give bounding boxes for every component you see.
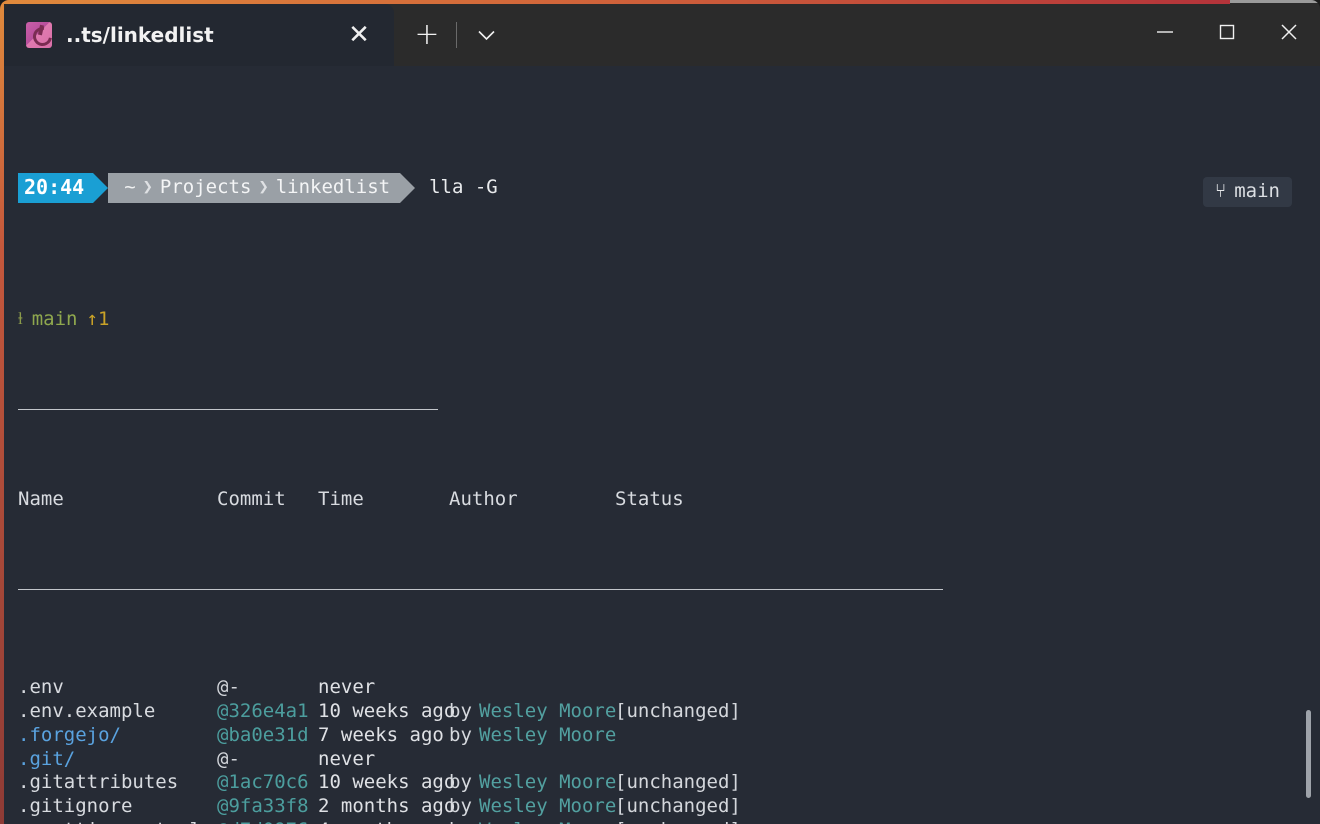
window-accent-top-right bbox=[1230, 0, 1320, 3]
git-branch-glyph-icon: ⱡ bbox=[18, 308, 23, 329]
file-row[interactable]: .git/ @- never bbox=[18, 748, 1320, 772]
column-header-time: Time bbox=[318, 487, 364, 510]
file-listing: .env @- never .env.example @326e4a1 10 weeks … bbox=[18, 676, 1320, 824]
file-name: .forgejo/ bbox=[18, 723, 121, 746]
file-name: .prettierrc.toml bbox=[18, 819, 217, 824]
commit-time: 4 months ago bbox=[318, 819, 455, 824]
file-name: .env bbox=[18, 676, 64, 699]
prompt-branch-badge: ⑂ main bbox=[1202, 176, 1292, 207]
commit-hash: @ba0e31d bbox=[217, 723, 309, 746]
commit-author: Wesley Moore bbox=[479, 700, 617, 723]
file-row[interactable]: .prettierrc.toml@d7d09764 months agobyWe… bbox=[18, 819, 1320, 824]
breadcrumb-separator-2: ❯ bbox=[258, 176, 269, 197]
file-status: [unchanged] bbox=[615, 794, 741, 817]
file-status: [unchanged] bbox=[615, 700, 741, 723]
tab-tools-divider bbox=[456, 22, 457, 48]
file-row[interactable]: .gitignore @9fa33f8 2 months ago by Wesley M… bbox=[18, 795, 1320, 819]
file-row[interactable]: .env @- never bbox=[18, 676, 1320, 700]
prompt-branch-name: main bbox=[1234, 179, 1280, 202]
git-branch-label: main bbox=[31, 307, 78, 330]
titlebar-spacer bbox=[519, 4, 1134, 66]
close-tab-icon[interactable]: ✕ bbox=[342, 18, 376, 52]
terminal-scrollbar-thumb[interactable] bbox=[1306, 710, 1311, 798]
column-header-name: Name bbox=[18, 487, 64, 510]
close-window-icon[interactable] bbox=[1258, 4, 1320, 60]
author-prefix: by bbox=[449, 723, 472, 746]
window-controls bbox=[1134, 4, 1320, 66]
tab-strip: ..ts/linkedlist ✕ bbox=[4, 4, 394, 66]
terminal-profile-icon bbox=[26, 22, 52, 48]
prompt-command: lla -G bbox=[429, 175, 498, 198]
column-header-status: Status bbox=[615, 487, 684, 510]
commit-hash: @326e4a1 bbox=[217, 700, 309, 723]
table-rule-top bbox=[18, 409, 438, 411]
git-branch-icon: ⑂ bbox=[1214, 179, 1227, 202]
title-bar: ..ts/linkedlist ✕ + bbox=[4, 4, 1320, 66]
breadcrumb-projects: Projects bbox=[159, 175, 252, 198]
commit-time: 2 months ago bbox=[318, 794, 456, 817]
terminal-window: ..ts/linkedlist ✕ + 20:44 ~ ❯ Projects ❯… bbox=[0, 0, 1320, 824]
commit-author: Wesley Moore bbox=[479, 819, 616, 824]
file-status: [unchanged] bbox=[615, 819, 741, 824]
commit-author: Wesley Moore bbox=[479, 794, 617, 817]
tab-title: ..ts/linkedlist bbox=[66, 23, 214, 47]
table-rule-bottom bbox=[18, 589, 943, 591]
file-row[interactable]: .forgejo/ @ba0e31d 7 weeks ago by Wesley Moo… bbox=[18, 724, 1320, 748]
prompt-time-arrow bbox=[93, 172, 109, 203]
commit-time: never bbox=[318, 747, 376, 770]
commit-hash: @d7d0976 bbox=[217, 819, 318, 824]
author-prefix: by bbox=[449, 794, 472, 817]
breadcrumb-repo: linkedlist bbox=[275, 175, 391, 198]
breadcrumb-home: ~ bbox=[124, 175, 136, 198]
column-header-author: Author bbox=[449, 487, 518, 510]
file-name: .git/ bbox=[18, 747, 76, 770]
tab-tools: + bbox=[394, 4, 519, 66]
commit-hash: @- bbox=[217, 747, 240, 770]
file-name: .env.example bbox=[18, 700, 156, 723]
file-name: .gitignore bbox=[18, 794, 133, 817]
minimize-icon[interactable] bbox=[1134, 4, 1196, 60]
commit-author: Wesley Moore bbox=[479, 723, 617, 746]
commit-time: never bbox=[318, 676, 376, 699]
window-accent-top-border bbox=[0, 0, 1230, 4]
file-status: [unchanged] bbox=[615, 771, 741, 794]
commit-hash: @- bbox=[217, 676, 240, 699]
file-name: .gitattributes bbox=[18, 771, 179, 794]
author-prefix: by bbox=[449, 771, 472, 794]
table-header-row: Name Commit Time Author Status bbox=[18, 488, 1320, 512]
commit-author: Wesley Moore bbox=[479, 771, 617, 794]
chevron-down-icon[interactable] bbox=[459, 4, 513, 66]
breadcrumb-separator-1: ❯ bbox=[142, 176, 153, 197]
terminal-content: 20:44 ~ ❯ Projects ❯ linkedlist lla -G ⑂… bbox=[4, 62, 1320, 824]
terminal-pane[interactable]: 20:44 ~ ❯ Projects ❯ linkedlist lla -G ⑂… bbox=[4, 62, 1320, 824]
shell-prompt-line: 20:44 ~ ❯ Projects ❯ linkedlist lla -G ⑂… bbox=[18, 171, 1320, 207]
window-accent-left-border bbox=[0, 2, 4, 824]
file-row[interactable]: .gitattributes @1ac70c6 10 weeks ago by Wesl… bbox=[18, 771, 1320, 795]
maximize-icon[interactable] bbox=[1196, 4, 1258, 60]
column-header-commit: Commit bbox=[217, 487, 286, 510]
prompt-path-arrow bbox=[400, 172, 416, 203]
git-status-line: ⱡ main ↑1 bbox=[18, 308, 1320, 332]
author-prefix: by bbox=[449, 819, 479, 824]
file-row[interactable]: .env.example @326e4a1 10 weeks ago by Wesley… bbox=[18, 700, 1320, 724]
new-tab-icon[interactable]: + bbox=[400, 4, 454, 66]
commit-hash: @9fa33f8 bbox=[217, 794, 309, 817]
author-prefix: by bbox=[449, 700, 472, 723]
commit-time: 10 weeks ago bbox=[318, 700, 456, 723]
git-ahead-count: ↑1 bbox=[86, 307, 110, 330]
tab-linkedlist[interactable]: ..ts/linkedlist ✕ bbox=[4, 4, 394, 66]
commit-hash: @1ac70c6 bbox=[217, 771, 309, 794]
prompt-path-segment: ~ ❯ Projects ❯ linkedlist bbox=[108, 172, 401, 203]
commit-time: 7 weeks ago bbox=[318, 723, 444, 746]
commit-time: 10 weeks ago bbox=[318, 771, 456, 794]
prompt-time-segment: 20:44 bbox=[18, 172, 94, 203]
